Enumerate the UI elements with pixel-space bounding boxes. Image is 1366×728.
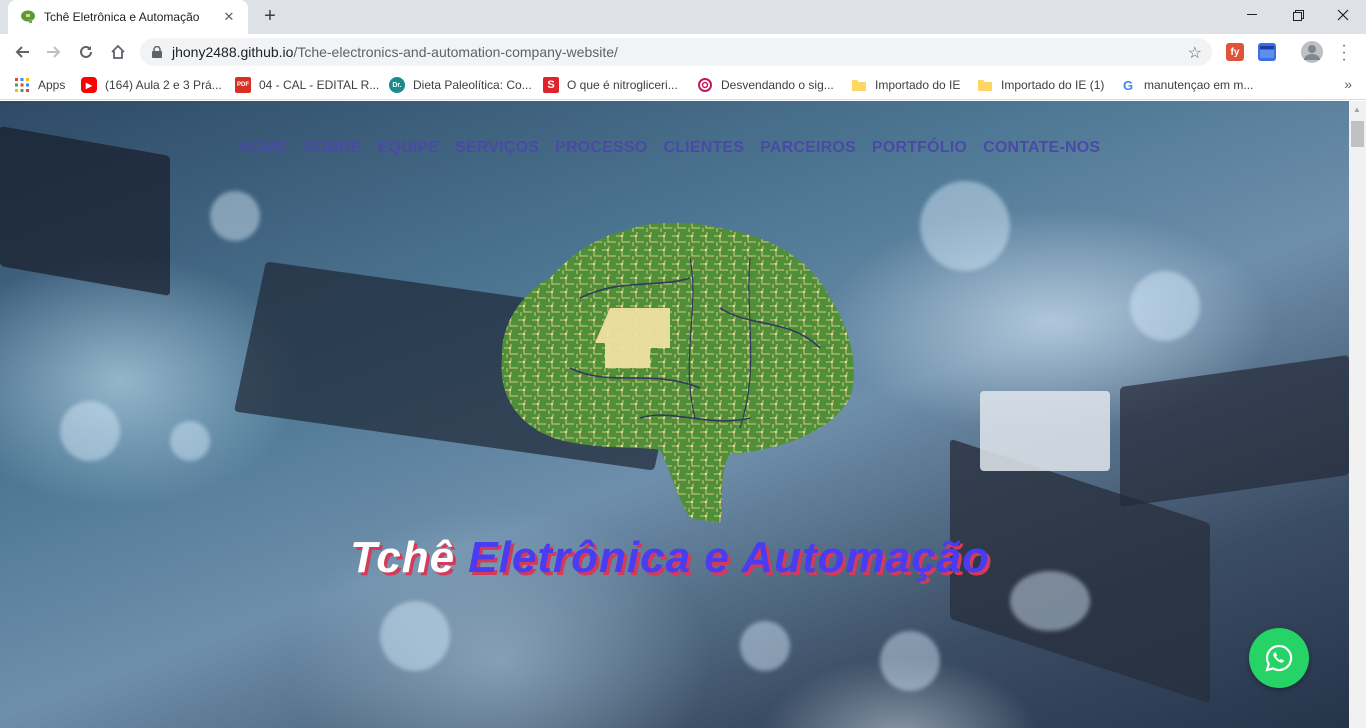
bokeh-light	[920, 181, 1010, 271]
lock-icon	[152, 46, 162, 58]
folder-icon	[978, 80, 992, 91]
bookmark-star-icon[interactable]: ☆	[1188, 43, 1202, 63]
tab-close-icon[interactable]: ✕	[220, 9, 238, 25]
bookmark-label: manutençao em m...	[1144, 78, 1254, 92]
folder-icon	[852, 80, 866, 91]
bookmark-apps[interactable]: Apps	[14, 76, 65, 94]
back-arrow-icon[interactable]	[8, 38, 36, 66]
page-viewport: HOME SOBRE EQUIPE SERVIÇOS PROCESSO CLIE…	[0, 101, 1349, 728]
tab-strip: Tchê Eletrônica e Automação ✕ +	[0, 0, 1366, 34]
nav-portfolio[interactable]: PORTFÓLIO	[872, 139, 967, 157]
bookmark-label: Importado do IE	[875, 78, 961, 92]
circuit-brain-logo	[501, 222, 854, 524]
bookmark-youtube[interactable]: ▶ (164) Aula 2 e 3 Prá...	[81, 76, 222, 94]
pdf-icon: PDF	[235, 77, 251, 93]
scroll-thumb[interactable]	[1351, 121, 1364, 147]
google-icon: G	[1122, 77, 1134, 93]
brain-favicon-icon	[21, 10, 35, 23]
bokeh-light	[210, 191, 260, 241]
profile-avatar-icon[interactable]	[1301, 41, 1323, 63]
nav-clientes[interactable]: CLIENTES	[663, 139, 744, 157]
bookmark-label: Apps	[38, 78, 66, 92]
forward-arrow-icon[interactable]	[40, 38, 68, 66]
browser-toolbar: jhony2488.github.io/Tche-electronics-and…	[0, 34, 1366, 70]
youtube-icon: ▶	[81, 77, 97, 93]
whatsapp-icon	[1265, 644, 1293, 672]
bokeh-light	[880, 631, 940, 691]
browser-menu-icon[interactable]: · · ·	[1336, 38, 1352, 68]
bokeh-light	[1010, 571, 1090, 631]
browser-tab[interactable]: Tchê Eletrônica e Automação ✕	[8, 0, 248, 34]
tab-title: Tchê Eletrônica e Automação	[44, 10, 200, 24]
main-nav: HOME SOBRE EQUIPE SERVIÇOS PROCESSO CLIE…	[0, 139, 1349, 157]
s-icon: S	[543, 77, 559, 93]
more-bookmarks-icon[interactable]: »	[1344, 76, 1352, 92]
background-chip	[1120, 354, 1349, 508]
hero-title-part2: Eletrônica e Automação	[468, 533, 990, 582]
bookmark-google[interactable]: G manutençao em m...	[1120, 76, 1253, 94]
new-tab-button[interactable]: +	[258, 6, 282, 28]
bookmark-nitro[interactable]: S O que é nitrogliceri...	[543, 76, 678, 94]
nav-servicos[interactable]: SERVIÇOS	[455, 139, 539, 157]
bookmark-desvendando[interactable]: Desvendando o sig...	[697, 76, 834, 94]
minimize-icon[interactable]	[1229, 0, 1275, 30]
nav-contate-nos[interactable]: CONTATE-NOS	[983, 139, 1100, 157]
bookmark-label: Dieta Paleolítica: Co...	[413, 78, 532, 92]
nav-processo[interactable]: PROCESSO	[555, 139, 647, 157]
hero-title: Tchê Eletrônica e Automação	[350, 533, 990, 583]
nav-home[interactable]: HOME	[239, 139, 288, 157]
scroll-up-arrow-icon[interactable]: ▲	[1353, 105, 1361, 114]
bookmark-label: (164) Aula 2 e 3 Prá...	[105, 78, 222, 92]
background-component	[980, 391, 1110, 471]
restore-icon[interactable]	[1275, 0, 1321, 30]
bokeh-light	[170, 421, 210, 461]
bokeh-light	[60, 401, 120, 461]
bookmark-label: Importado do IE (1)	[1001, 78, 1105, 92]
page-scrollbar[interactable]: ▲	[1349, 101, 1366, 728]
bokeh-light	[380, 601, 450, 671]
home-icon[interactable]	[104, 38, 132, 66]
dr-icon: Dr.	[389, 77, 405, 93]
bookmark-label: 04 - CAL - EDITAL R...	[259, 78, 380, 92]
fy-extension-icon[interactable]: fy	[1226, 43, 1244, 61]
reload-icon[interactable]	[72, 38, 100, 66]
nav-equipe[interactable]: EQUIPE	[377, 139, 439, 157]
bookmark-dieta[interactable]: Dr. Dieta Paleolítica: Co...	[389, 76, 532, 94]
bokeh-light	[1130, 271, 1200, 341]
nav-sobre[interactable]: SOBRE	[304, 139, 362, 157]
spiral-icon	[698, 78, 712, 92]
url-text: jhony2488.github.io/Tche-electronics-and…	[172, 44, 618, 60]
bookmark-pdf[interactable]: PDF 04 - CAL - EDITAL R...	[235, 76, 379, 94]
bookmark-folder-ie[interactable]: Importado do IE	[851, 76, 960, 94]
nav-parceiros[interactable]: PARCEIROS	[760, 139, 856, 157]
apps-grid-icon	[15, 78, 29, 92]
bookmarks-bar: Apps ▶ (164) Aula 2 e 3 Prá... PDF 04 - …	[0, 70, 1366, 100]
extension-icon[interactable]	[1258, 43, 1276, 61]
bookmark-label: O que é nitrogliceri...	[567, 78, 678, 92]
bokeh-light	[740, 621, 790, 671]
hero-title-part1: Tchê	[350, 533, 469, 582]
whatsapp-button[interactable]	[1249, 628, 1309, 688]
url-path: /Tche-electronics-and-automation-company…	[293, 44, 618, 60]
bookmark-label: Desvendando o sig...	[721, 78, 834, 92]
address-bar[interactable]: jhony2488.github.io/Tche-electronics-and…	[140, 38, 1212, 66]
close-window-icon[interactable]	[1320, 0, 1366, 30]
url-host: jhony2488.github.io	[172, 44, 294, 60]
bookmark-folder-ie-1[interactable]: Importado do IE (1)	[977, 76, 1104, 94]
